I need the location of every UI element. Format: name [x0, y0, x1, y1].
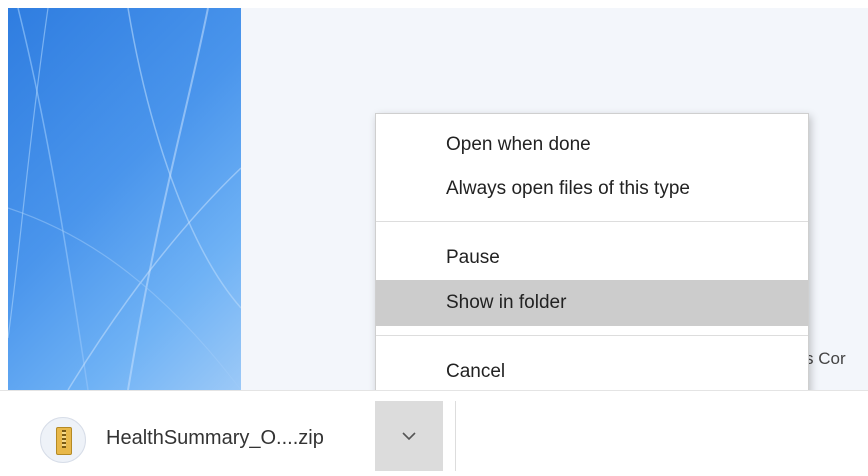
page-partial-text: s Cor: [805, 349, 846, 368]
menu-item-always-open[interactable]: Always open files of this type: [376, 166, 808, 212]
menu-item-show-in-folder[interactable]: Show in folder: [376, 280, 808, 326]
zip-archive-icon[interactable]: [40, 417, 86, 463]
download-bar-divider: [455, 401, 456, 471]
top-strip: [0, 0, 868, 8]
menu-item-open-when-done[interactable]: Open when done: [376, 122, 808, 168]
menu-separator: [376, 221, 808, 222]
download-file-name[interactable]: HealthSummary_O....zip: [106, 427, 324, 450]
menu-item-cancel[interactable]: Cancel: [376, 349, 808, 395]
context-menu: Open when done Always open files of this…: [375, 113, 809, 402]
chevron-down-icon: [402, 432, 416, 441]
download-options-button[interactable]: [375, 401, 443, 471]
menu-separator: [376, 335, 808, 336]
menu-item-pause[interactable]: Pause: [376, 235, 808, 281]
zip-file-glyph: [56, 427, 72, 455]
desktop-wallpaper: [8, 8, 241, 390]
